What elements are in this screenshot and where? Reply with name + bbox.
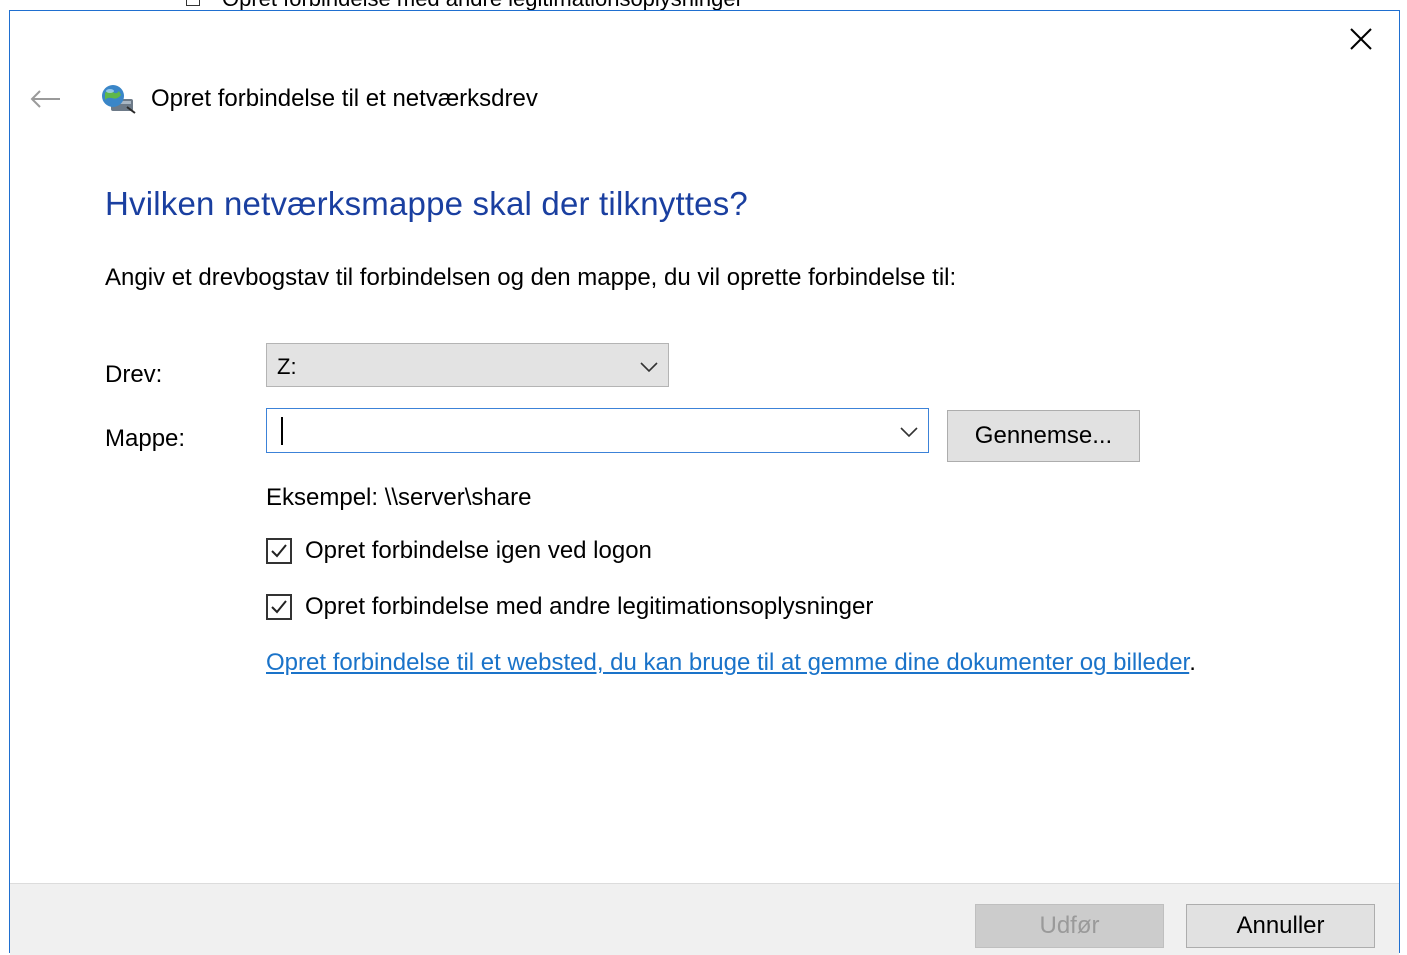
credentials-checkbox-label[interactable]: Opret forbindelse med andre legitimation… [305, 593, 873, 621]
drive-label: Drev: [105, 361, 163, 388]
folder-label: Mappe: [105, 425, 186, 452]
website-link[interactable]: Opret forbindelse til et websted, du kan… [266, 649, 1189, 676]
instruction-text: Angiv et drevbogstav til forbindelsen og… [105, 264, 957, 291]
chevron-down-icon [639, 360, 659, 373]
map-network-drive-dialog: Opret forbindelse til et netværksdrev Hv… [9, 10, 1400, 955]
chevron-down-icon[interactable] [899, 425, 919, 438]
text-cursor [281, 417, 283, 445]
folder-combobox[interactable] [266, 408, 929, 453]
folder-input[interactable] [277, 415, 877, 447]
close-icon[interactable] [1347, 25, 1375, 53]
page-heading: Hvilken netværksmappe skal der tilknytte… [105, 185, 748, 222]
browse-button[interactable]: Gennemse... [947, 410, 1140, 462]
checkmark-icon [271, 544, 287, 558]
background-checkbox [186, 0, 200, 6]
network-drive-icon [97, 83, 137, 115]
website-link-block: Opret forbindelse til et websted, du kan… [266, 647, 1336, 679]
checkmark-icon [271, 600, 287, 614]
credentials-checkbox[interactable] [266, 594, 292, 620]
website-link-suffix: . [1189, 649, 1196, 676]
background-checkbox-label: Opret forbindelse med andre legitimation… [222, 0, 743, 10]
reconnect-checkbox[interactable] [266, 538, 292, 564]
dialog-title: Opret forbindelse til et netværksdrev [151, 85, 538, 112]
example-text: Eksempel: \\server\share [266, 484, 532, 511]
background-window-strip: Opret forbindelse med andre legitimation… [0, 0, 1407, 10]
drive-select[interactable]: Z: [266, 343, 669, 387]
cancel-button[interactable]: Annuller [1186, 904, 1375, 948]
back-arrow-icon[interactable] [28, 87, 62, 111]
reconnect-checkbox-label[interactable]: Opret forbindelse igen ved logon [305, 537, 652, 565]
drive-select-value: Z: [277, 354, 297, 379]
dialog-footer: Udfør Annuller [10, 883, 1399, 955]
finish-button[interactable]: Udfør [975, 904, 1164, 948]
